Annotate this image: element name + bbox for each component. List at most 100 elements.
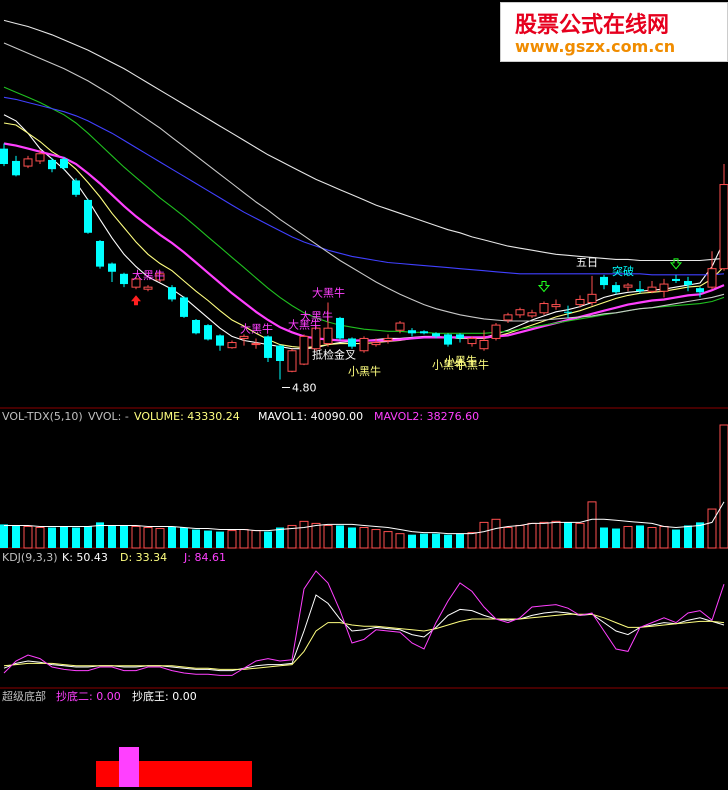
candle-body-up xyxy=(539,303,549,314)
volume-bar xyxy=(276,527,284,548)
candle-body-down xyxy=(348,338,356,347)
signal-label-6: 抵检金叉 xyxy=(312,348,356,362)
candle-body-up xyxy=(239,335,249,339)
candle-body-up xyxy=(467,337,477,345)
volume-bar xyxy=(395,533,405,549)
buy-arrow-icon xyxy=(131,295,141,306)
candle-body-up xyxy=(35,153,45,162)
candle-body-down xyxy=(216,335,224,346)
signal-label-2: 大黑牛 xyxy=(312,286,345,300)
volume-bar xyxy=(12,525,20,548)
chart-stage: 大黑牛大黑牛大黑牛大黑牛大黑牛抵检金叉小黑牛小黑牛小黑牛小黑牛五日突破4.807… xyxy=(0,0,728,790)
candle-body-up xyxy=(623,284,633,288)
signal-label-10: 小黑牛 xyxy=(432,358,465,372)
candle-body-up xyxy=(299,335,309,365)
signal-label-1: 大黑牛 xyxy=(132,268,165,282)
watermark-url: www.gszx.com.cn xyxy=(515,37,676,56)
candle-body-down xyxy=(48,159,56,170)
candle-body-down xyxy=(612,285,620,293)
kdj-k-label: K: 50.43 xyxy=(62,551,108,564)
volume-bar xyxy=(323,524,333,549)
candle-body-down xyxy=(180,297,188,317)
candle-body-down xyxy=(408,330,416,334)
candle-body-down xyxy=(108,263,116,272)
volume-bar xyxy=(719,424,728,549)
volume-bar xyxy=(48,527,56,548)
candle-body-down xyxy=(420,331,428,334)
bottom-title: 超级底部 xyxy=(2,689,46,703)
vol-volume-label: VOLUME: 43330.24 xyxy=(134,410,240,423)
volume-bar xyxy=(311,522,321,549)
candle-body-down xyxy=(96,240,104,267)
signal-label-11: 五日 xyxy=(576,256,598,269)
low-price-label: 4.80 xyxy=(292,381,317,394)
vol-mavol1-label: MAVOL1: 40090.00 xyxy=(258,410,363,423)
volume-bar xyxy=(180,527,188,548)
candle-body-down xyxy=(432,333,440,337)
bottom-label-1: 抄底二: 0.00 xyxy=(56,689,121,703)
candle-body-up xyxy=(515,309,525,316)
candle-body-down xyxy=(72,180,80,195)
volume-bar xyxy=(503,527,513,549)
volume-bar xyxy=(527,522,537,549)
volume-bar xyxy=(647,527,657,549)
kdj-k-line xyxy=(3,594,725,672)
candle-body-down xyxy=(636,289,644,292)
volume-bar xyxy=(192,529,200,548)
volume-bar xyxy=(131,525,141,549)
volume-bar xyxy=(299,520,309,549)
candle-body-up xyxy=(503,314,513,321)
volume-bar xyxy=(251,530,261,549)
candle-body-up xyxy=(371,342,381,346)
candle-body-down xyxy=(336,317,344,339)
signal-label-12: 突破 xyxy=(612,264,634,278)
volume-bar xyxy=(239,529,249,549)
volume-bar xyxy=(623,525,633,549)
candle-body-up xyxy=(647,286,657,292)
volume-bar xyxy=(204,530,212,548)
volume-bar xyxy=(564,522,572,548)
volume-bar xyxy=(551,520,561,549)
volume-bar xyxy=(467,532,477,549)
vol-title: VOL-TDX(5,10) xyxy=(2,410,83,423)
candle-body-up xyxy=(143,286,153,290)
candle-body-down xyxy=(684,280,692,286)
volume-bar xyxy=(408,534,416,548)
ma-line-1 xyxy=(3,114,725,350)
candle-body-down xyxy=(264,336,272,358)
ma-line-2 xyxy=(3,122,725,349)
volume-bar xyxy=(491,518,501,549)
volume-bar xyxy=(216,531,224,548)
volume-bar xyxy=(336,525,344,548)
volume-bar xyxy=(155,528,165,549)
ma-line-3 xyxy=(3,142,725,342)
volume-bar xyxy=(371,529,381,549)
volume-bar xyxy=(420,533,428,548)
ma-line-4 xyxy=(3,86,725,334)
volume-bar xyxy=(707,508,717,549)
bottom-label-2: 抄底王: 0.00 xyxy=(132,689,197,703)
volume-bar xyxy=(120,525,128,548)
candle-body-up xyxy=(23,158,33,167)
candle-body-down xyxy=(204,325,212,340)
candle-body-up xyxy=(551,304,561,308)
candle-body-up xyxy=(287,350,297,372)
volume-bar xyxy=(600,527,608,548)
candle-body-down xyxy=(564,311,572,313)
volume-bar xyxy=(227,530,237,549)
candle-body-down xyxy=(600,276,608,286)
candle-body-up xyxy=(359,337,369,352)
volume-bar xyxy=(575,522,585,549)
volume-bar xyxy=(84,526,92,548)
candle-body-down xyxy=(12,160,20,176)
volume-bar xyxy=(612,528,620,548)
volume-bar xyxy=(383,531,393,549)
candle-body-up xyxy=(707,268,717,288)
volume-bar xyxy=(432,533,440,548)
volume-bar xyxy=(479,521,489,549)
kdj-d-label: D: 33.34 xyxy=(120,551,167,564)
candle-body-up xyxy=(479,339,489,350)
bottom-signal-peak xyxy=(119,747,139,787)
stock-chart-svg[interactable]: 大黑牛大黑牛大黑牛大黑牛大黑牛抵检金叉小黑牛小黑牛小黑牛小黑牛五日突破4.807… xyxy=(0,0,728,790)
candle-body-down xyxy=(456,334,464,339)
